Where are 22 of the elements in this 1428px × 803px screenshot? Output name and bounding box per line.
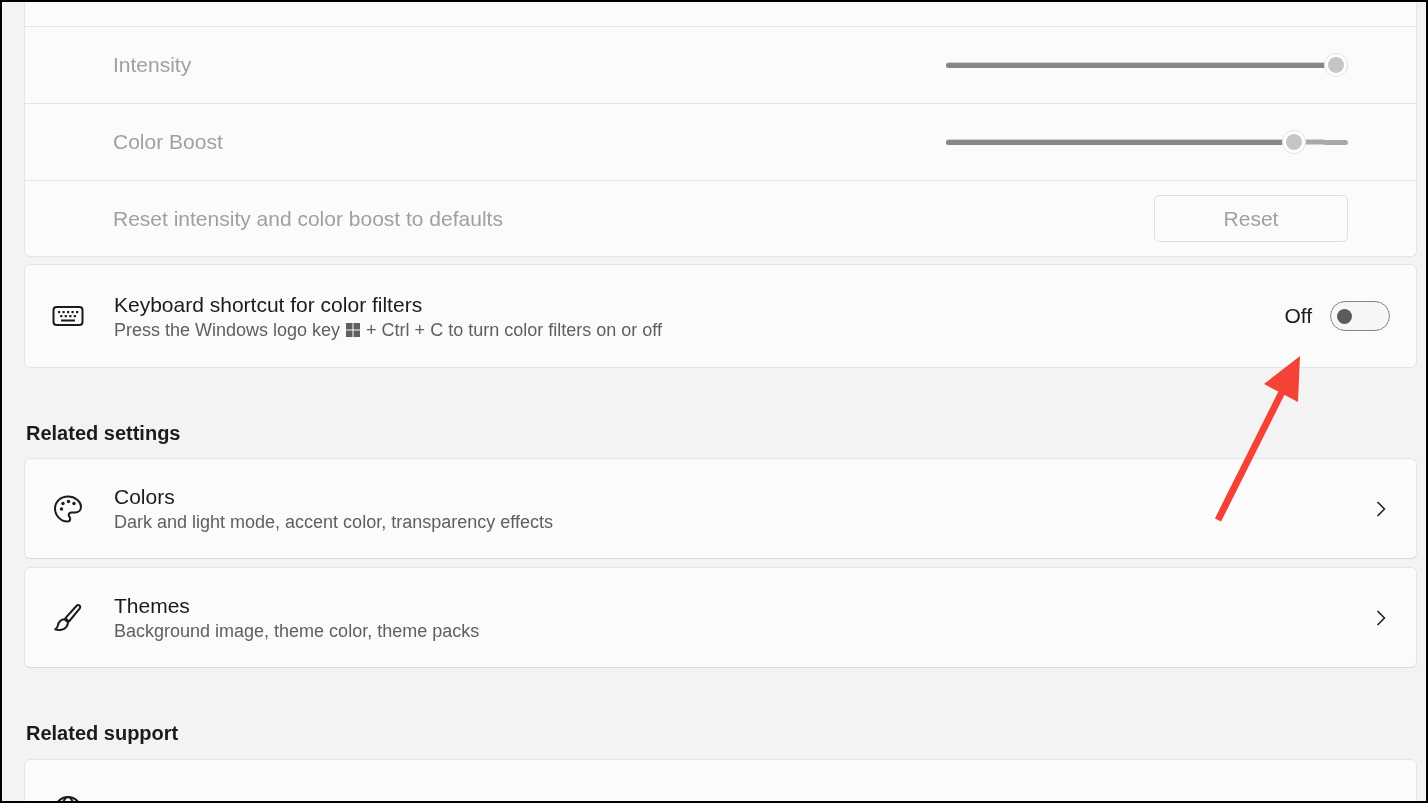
windows-logo-icon <box>346 322 361 337</box>
chevron-right-icon <box>1376 609 1386 626</box>
setting-title: Colors <box>114 484 175 509</box>
setting-label: Reset intensity and color boost to defaults <box>113 206 503 231</box>
section-heading: Related support <box>26 721 179 746</box>
slider-thumb[interactable] <box>1282 130 1307 154</box>
setting-title: Themes <box>114 593 190 618</box>
setting-label: Intensity <box>113 53 192 77</box>
setting-label: Color Boost <box>113 130 223 154</box>
toggle-switch[interactable] <box>1330 301 1390 331</box>
setting-description: Dark and light mode, accent color, transparency effects <box>114 511 553 533</box>
toggle-state-label: Off <box>1284 304 1312 328</box>
settings-link-card[interactable]: Themes Background image, theme color, theme packs <box>24 567 1417 668</box>
chevron-right-icon <box>1376 500 1386 517</box>
setting-description: Press the Windows logo key <box>114 318 341 341</box>
setting-title: Keyboard shortcut for color filters <box>114 291 423 317</box>
setting-description: + Ctrl + C to turn color filters on or off <box>366 318 662 341</box>
section-heading: Related settings <box>26 421 181 446</box>
paintbrush-icon <box>52 601 84 634</box>
setting-description: Background image, theme color, theme packs <box>114 620 480 642</box>
settings-link-card[interactable]: Colors Dark and light mode, accent color, transparency effects <box>24 458 1417 559</box>
slider-thumb[interactable] <box>1324 53 1348 77</box>
